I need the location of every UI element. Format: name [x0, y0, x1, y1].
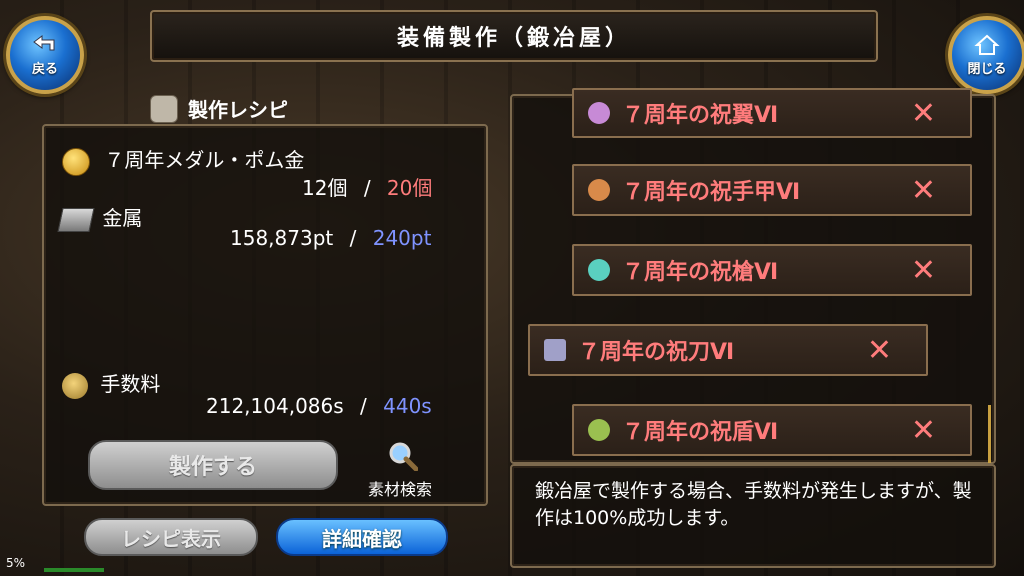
list-item[interactable]: ７周年の祝槍Ⅵ ✕ [572, 244, 972, 296]
metal-sep: / [349, 226, 357, 250]
detail-confirm-button[interactable]: 詳細確認 [276, 518, 448, 556]
item-name: ７周年の祝刀Ⅵ [578, 340, 735, 365]
medal-sep: / [363, 176, 371, 200]
medal-name: ７周年メダル・ポム金 [104, 148, 305, 172]
metal-row: 金属 [57, 202, 143, 232]
medal-have: 12個 [302, 176, 348, 200]
fee-name: 手数料 [100, 372, 161, 396]
medal-row: ７周年メダル・ポム金 [62, 144, 304, 176]
metal-count: 158,873pt / 240pt [230, 226, 431, 250]
metal-ingot-icon [57, 207, 95, 232]
metal-need: 240pt [372, 226, 432, 250]
back-label: 戻る [31, 61, 58, 77]
material-search-label[interactable]: 素材検索 [368, 476, 432, 500]
fee-have: 212,104,086s [206, 394, 344, 418]
progress-bar [44, 568, 104, 572]
list-item-selected[interactable]: ７周年の祝刀Ⅵ ✕ [528, 324, 928, 376]
home-icon [974, 34, 1000, 55]
shield-icon [588, 419, 610, 441]
spear-icon [588, 259, 610, 281]
katana-icon [544, 339, 566, 361]
wing-icon [588, 102, 610, 124]
medal-need: 20個 [386, 176, 433, 200]
recipe-heading: 製作レシピ [188, 98, 288, 122]
list-item[interactable]: ７周年の祝翼Ⅵ ✕ [572, 88, 972, 138]
close-label: 閉じる [967, 61, 1007, 77]
fee-coins-icon [62, 372, 88, 399]
item-name: ７周年の祝翼Ⅵ [622, 103, 779, 128]
unavailable-x-icon: ✕ [910, 172, 936, 208]
fee-need: 440s [383, 394, 432, 418]
fee-count: 212,104,086s / 440s [206, 394, 432, 418]
notice-text: 鍛冶屋で製作する場合、手数料が発生しますが、製作は100%成功します。 [535, 480, 972, 529]
title-bar: 装備製作（鍛冶屋） [150, 10, 878, 62]
metal-name: 金属 [102, 206, 143, 230]
magnifier-icon[interactable] [388, 441, 418, 471]
back-button[interactable]: 戻る [6, 16, 84, 94]
craft-button[interactable]: 製作する [88, 440, 338, 490]
fee-row: 手数料 [62, 368, 160, 399]
unavailable-x-icon: ✕ [910, 412, 936, 448]
page-title: 装備製作（鍛冶屋） [396, 26, 631, 51]
medal-coin-icon [62, 147, 90, 176]
gauntlet-icon [588, 179, 610, 201]
list-item[interactable]: ７周年の祝手甲Ⅵ ✕ [572, 164, 972, 216]
item-name: ７周年の祝手甲Ⅵ [622, 180, 801, 205]
status-percent: 5% [6, 556, 26, 570]
metal-have: 158,873pt [230, 226, 334, 250]
recipe-header: 製作レシピ [150, 94, 288, 123]
unavailable-x-icon: ✕ [866, 332, 892, 368]
close-button[interactable]: 閉じる [948, 16, 1024, 94]
back-arrow-icon [33, 34, 55, 50]
item-name: ７周年の祝盾Ⅵ [622, 420, 779, 445]
list-item[interactable]: ７周年の祝盾Ⅵ ✕ [572, 404, 972, 456]
item-list-scrollbar[interactable] [988, 405, 991, 463]
medal-count: 12個 / 20個 [302, 172, 432, 201]
fee-sep: / [360, 394, 367, 418]
item-name: ７周年の祝槍Ⅵ [622, 260, 779, 285]
recipe-scroll-icon [150, 94, 178, 123]
unavailable-x-icon: ✕ [910, 95, 936, 131]
unavailable-x-icon: ✕ [910, 252, 936, 288]
recipe-view-button[interactable]: レシピ表示 [84, 518, 258, 556]
